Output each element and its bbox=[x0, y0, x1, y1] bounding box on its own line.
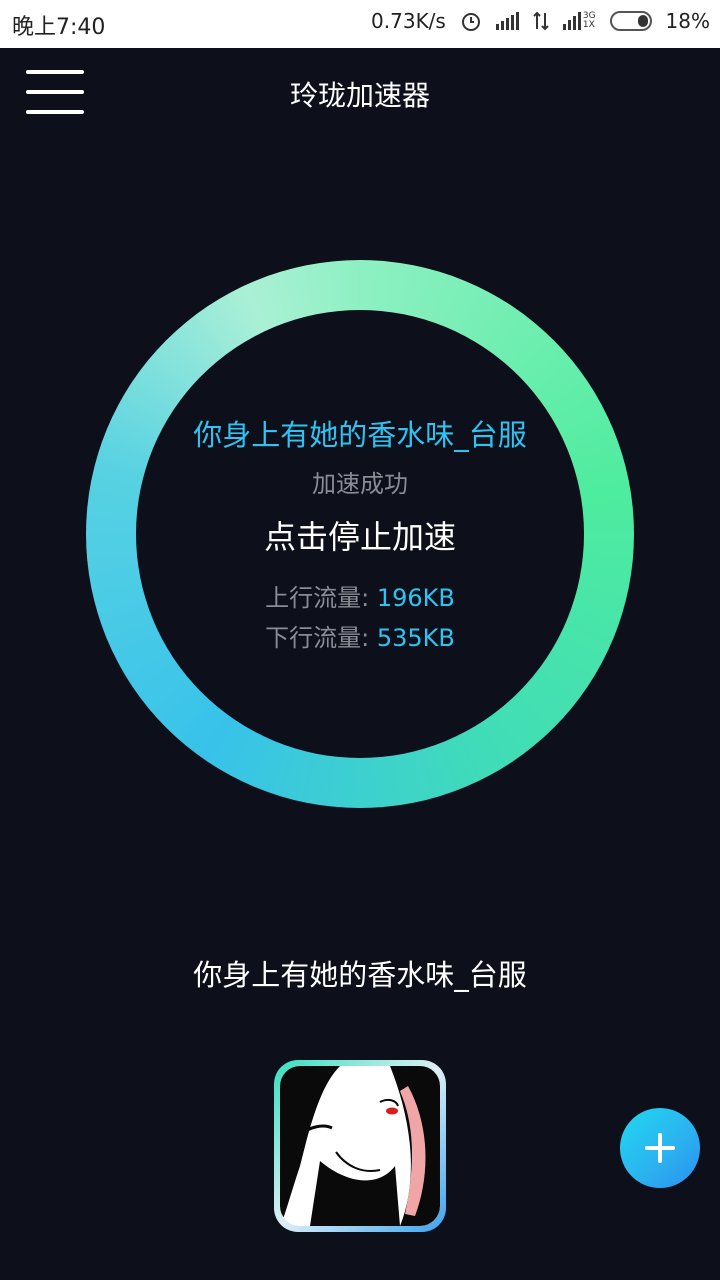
data-transfer-icon bbox=[533, 11, 549, 31]
game-cover-art bbox=[280, 1066, 440, 1226]
ring-content: 你身上有她的香水味_台服 加速成功 点击停止加速 上行流量: 196KB 下行流… bbox=[86, 260, 634, 808]
game-name: 你身上有她的香水味_台服 bbox=[193, 418, 527, 452]
accelerator-ring[interactable]: 你身上有她的香水味_台服 加速成功 点击停止加速 上行流量: 196KB 下行流… bbox=[86, 260, 634, 808]
add-game-button[interactable] bbox=[620, 1108, 700, 1188]
download-traffic: 下行流量: 535KB bbox=[86, 618, 634, 653]
upload-value: 196KB bbox=[376, 584, 455, 612]
plus-icon-vertical bbox=[658, 1133, 662, 1163]
upload-traffic: 上行流量: 196KB bbox=[86, 578, 634, 613]
stop-accel-button[interactable]: 点击停止加速 bbox=[86, 512, 634, 558]
cover-illustration bbox=[280, 1066, 440, 1226]
status-time: 晚上7:40 bbox=[12, 15, 106, 40]
page-title: 玲珑加速器 bbox=[289, 79, 430, 112]
alarm-icon bbox=[461, 13, 480, 31]
accel-status: 加速成功 bbox=[312, 470, 408, 498]
signal-icon bbox=[495, 12, 519, 30]
sim-label: 1X bbox=[582, 20, 595, 30]
net-speed: 0.73K/s bbox=[371, 9, 446, 33]
status-icons: 0.73K/s 3G 1X 18% bbox=[371, 9, 710, 33]
download-label: 下行流量: bbox=[265, 624, 370, 652]
battery-icon bbox=[609, 11, 652, 31]
upload-label: 上行流量: bbox=[265, 584, 370, 612]
status-bar: 晚上7:40 0.73K/s 3G 1X 18% bbox=[0, 0, 720, 48]
game-cover[interactable] bbox=[274, 1060, 446, 1232]
app-header: 玲珑加速器 bbox=[0, 48, 720, 140]
sim-signal-icon: 3G 1X bbox=[562, 12, 596, 30]
selected-game-title: 你身上有她的香水味_台服 bbox=[193, 958, 527, 992]
battery-level: 18% bbox=[665, 9, 710, 33]
download-value: 535KB bbox=[376, 624, 455, 652]
